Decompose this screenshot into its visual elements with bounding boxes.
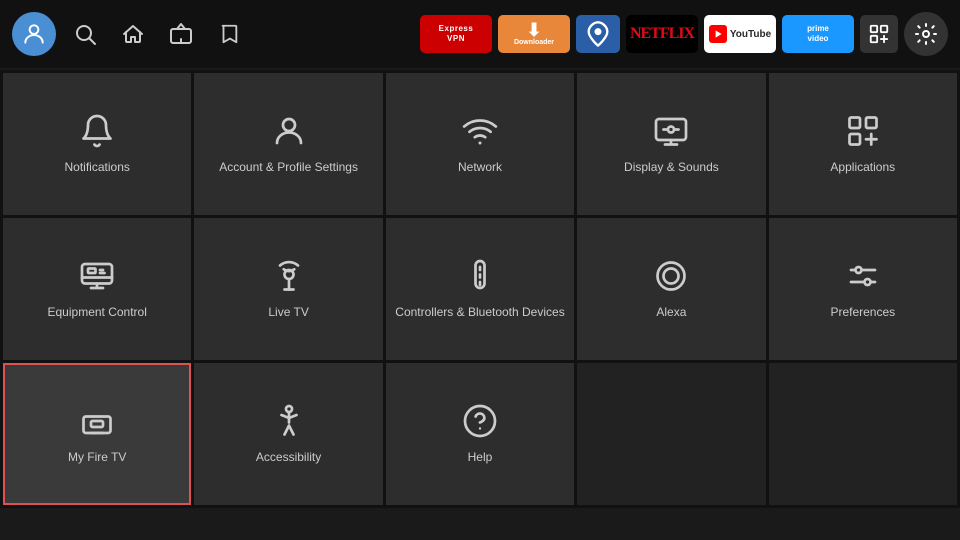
firetv-icon xyxy=(79,403,115,439)
help-icon xyxy=(462,403,498,439)
tile-network[interactable]: Network xyxy=(386,73,574,215)
tile-help[interactable]: Help xyxy=(386,363,574,505)
tile-notifications[interactable]: Notifications xyxy=(3,73,191,215)
tile-empty-2 xyxy=(769,363,957,505)
expressvpn-label: ExpressVPN xyxy=(439,24,474,43)
tile-controllers[interactable]: Controllers & Bluetooth Devices xyxy=(386,218,574,360)
avatar[interactable] xyxy=(12,12,56,56)
tile-livetv[interactable]: Live TV xyxy=(194,218,382,360)
apps-icon xyxy=(845,113,881,149)
sliders-icon xyxy=(845,258,881,294)
tile-display[interactable]: Display & Sounds xyxy=(577,73,765,215)
wifi-icon xyxy=(462,113,498,149)
search-icon[interactable] xyxy=(66,15,104,53)
alexa-icon xyxy=(653,258,689,294)
apps-grid-button[interactable] xyxy=(860,15,898,53)
bell-icon xyxy=(79,113,115,149)
settings-grid: Notifications Account & Profile Settings… xyxy=(0,70,960,508)
prime-video-app[interactable]: primevideo xyxy=(782,15,854,53)
prime-label: primevideo xyxy=(807,24,829,45)
network-label: Network xyxy=(452,159,508,176)
tile-myfiretv[interactable]: My Fire TV xyxy=(3,363,191,505)
youtube-label: YouTube xyxy=(730,29,771,40)
top-navigation-bar: ExpressVPN ⬇ Downloader NETFLIX xyxy=(0,0,960,68)
expressvpn-app[interactable]: ExpressVPN xyxy=(420,15,492,53)
tile-preferences[interactable]: Preferences xyxy=(769,218,957,360)
netflix-label: NETFLIX xyxy=(630,25,694,43)
help-label: Help xyxy=(462,449,499,466)
antenna-icon xyxy=(271,258,307,294)
applications-label: Applications xyxy=(824,159,901,176)
equipment-label: Equipment Control xyxy=(42,304,153,321)
app-shortcuts: ExpressVPN ⬇ Downloader NETFLIX xyxy=(420,15,898,53)
netflix-app[interactable]: NETFLIX xyxy=(626,15,698,53)
preferences-label: Preferences xyxy=(824,304,901,321)
tile-account[interactable]: Account & Profile Settings xyxy=(194,73,382,215)
display-label: Display & Sounds xyxy=(618,159,725,176)
tile-accessibility[interactable]: Accessibility xyxy=(194,363,382,505)
accessibility-label: Accessibility xyxy=(250,449,327,466)
notifications-label: Notifications xyxy=(59,159,136,176)
bookmark-icon[interactable] xyxy=(210,15,248,53)
downloader-icon-arrow: ⬇ xyxy=(526,21,541,39)
account-label: Account & Profile Settings xyxy=(213,159,364,176)
person-icon xyxy=(271,113,307,149)
tile-applications[interactable]: Applications xyxy=(769,73,957,215)
alexa-label: Alexa xyxy=(650,304,692,321)
remote-icon xyxy=(462,258,498,294)
tile-alexa[interactable]: Alexa xyxy=(577,218,765,360)
settings-button[interactable] xyxy=(904,12,948,56)
downloader-label: Downloader xyxy=(514,39,554,47)
myfiretv-label: My Fire TV xyxy=(62,449,132,466)
tile-equipment[interactable]: Equipment Control xyxy=(3,218,191,360)
monitor-icon xyxy=(79,258,115,294)
youtube-app[interactable]: YouTube xyxy=(704,15,776,53)
blue-app[interactable] xyxy=(576,15,620,53)
tile-empty-1 xyxy=(577,363,765,505)
home-icon[interactable] xyxy=(114,15,152,53)
livetv-label: Live TV xyxy=(262,304,314,321)
nav-left xyxy=(12,12,248,56)
accessibility-icon xyxy=(271,403,307,439)
youtube-play-icon xyxy=(709,25,727,43)
tv-icon[interactable] xyxy=(162,15,200,53)
controllers-label: Controllers & Bluetooth Devices xyxy=(389,304,570,321)
display-icon xyxy=(653,113,689,149)
downloader-app[interactable]: ⬇ Downloader xyxy=(498,15,570,53)
